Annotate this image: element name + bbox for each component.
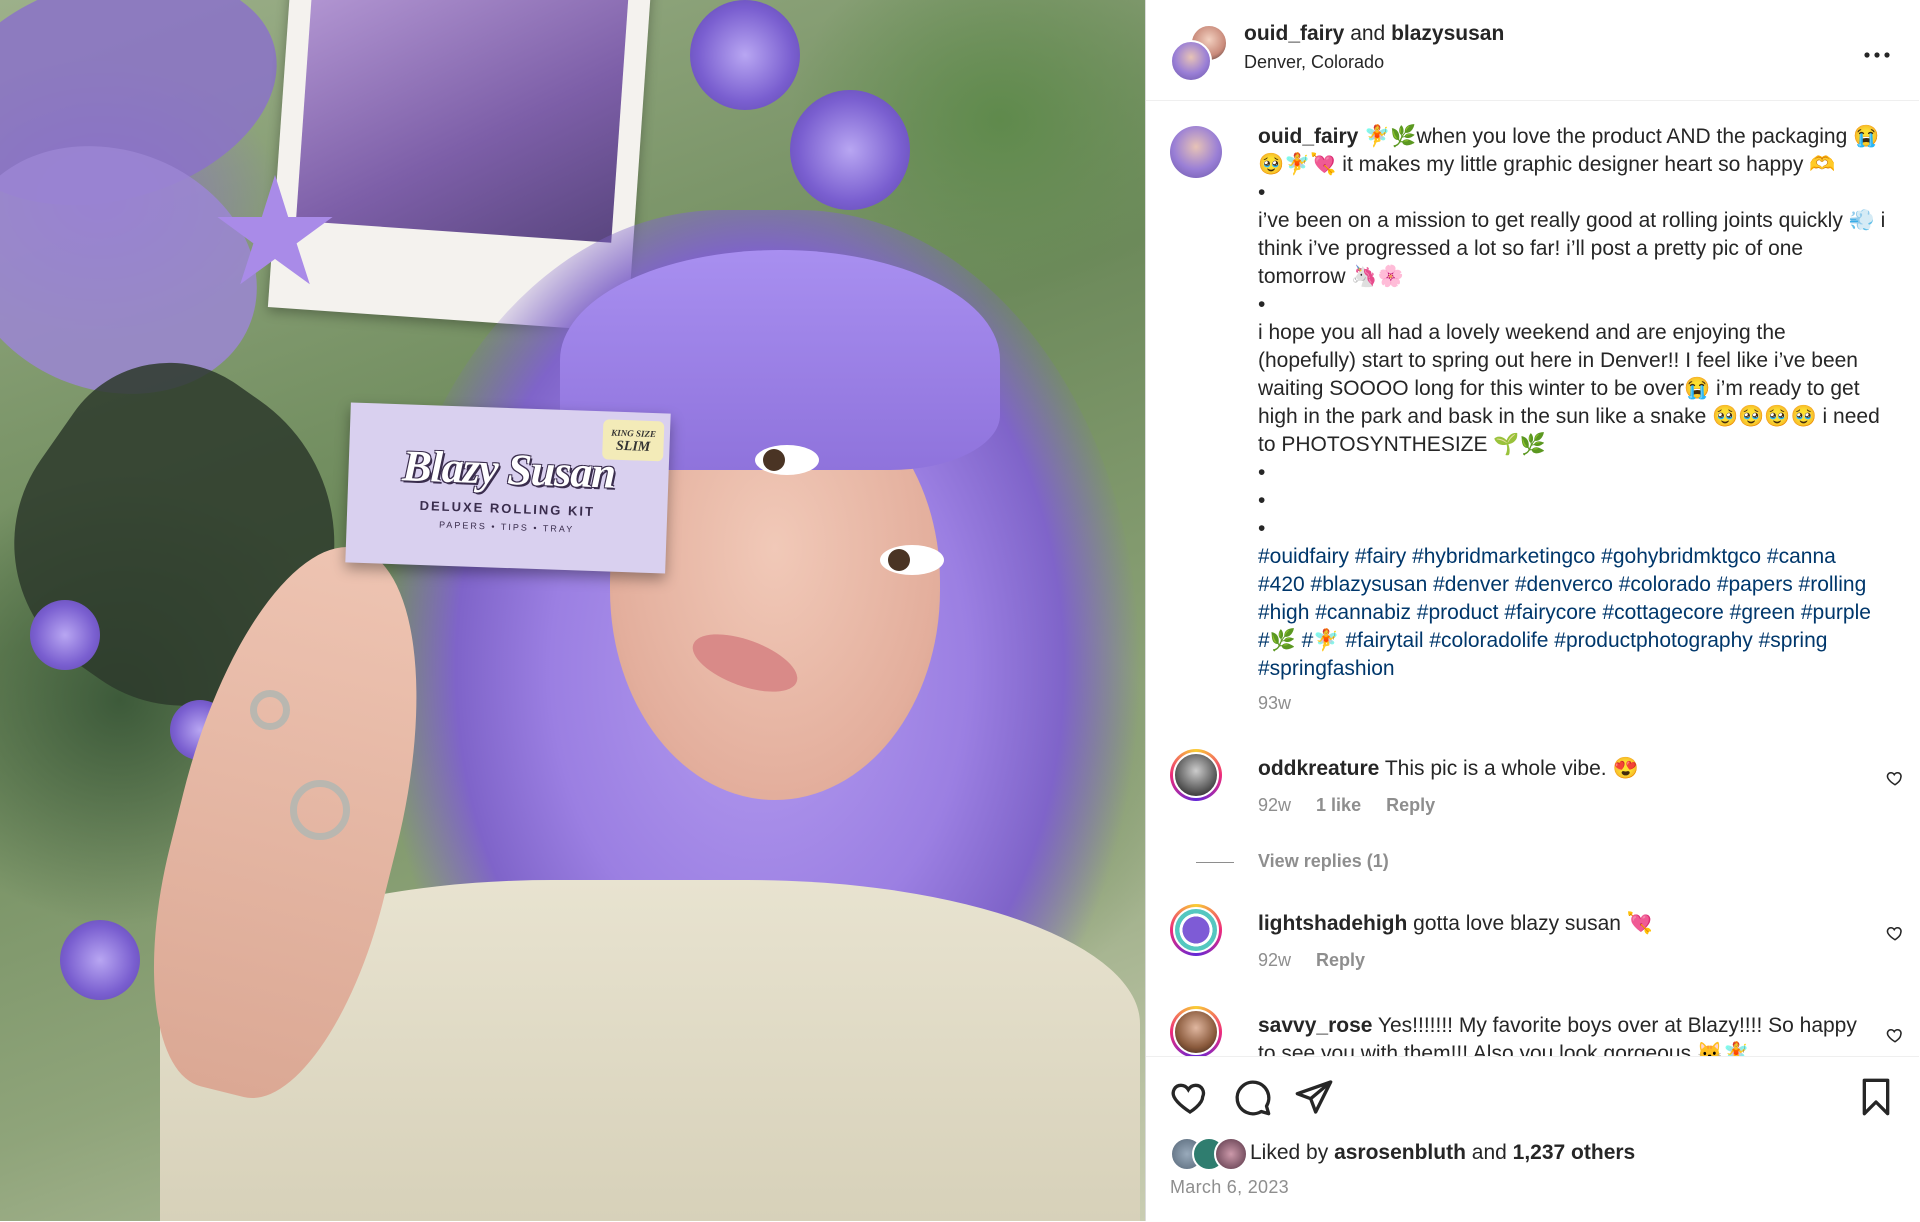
caption-text: • [1258, 293, 1266, 316]
caption-timestamp[interactable]: 93w [1258, 689, 1888, 717]
avatar[interactable] [1170, 40, 1212, 82]
caption-text: • [1258, 181, 1266, 204]
header-usernames: ouid_fairy and blazysusan [1244, 22, 1505, 45]
reply-button[interactable]: Reply [1316, 950, 1365, 970]
username-link[interactable]: blazysusan [1391, 22, 1504, 45]
avatar[interactable] [1214, 1137, 1248, 1171]
eye [755, 445, 819, 475]
comments-scroll-area[interactable]: ouid_fairy 🧚🌿when you love the product A… [1146, 101, 1919, 1056]
view-replies-button[interactable]: View replies (1) [1258, 851, 1389, 872]
bookmark-icon[interactable] [1856, 1077, 1896, 1117]
pack-subtitle-2: PAPERS • TIPS • TRAY [438, 519, 575, 535]
caption-text: • [1258, 517, 1266, 540]
caption-text: i’ve been on a mission to get really goo… [1258, 209, 1892, 288]
likes-text: Liked by asrosenbluth and 1,237 others [1250, 1141, 1636, 1164]
pack-subtitle: DELUXE ROLLING KIT [419, 497, 596, 520]
caption-text: i hope you all had a lovely weekend and … [1258, 321, 1886, 456]
comment-likes[interactable]: 1 like [1316, 795, 1361, 815]
eye [880, 545, 944, 575]
reply-button[interactable]: Reply [1386, 795, 1435, 815]
likes-summary: Liked by asrosenbluth and 1,237 others [1170, 1137, 1910, 1171]
flower [790, 90, 910, 210]
avatar[interactable] [1170, 1006, 1222, 1056]
comment-text: oddkreature This pic is a whole vibe. 😍 [1258, 757, 1639, 780]
username-link[interactable]: lightshadehigh [1258, 912, 1407, 935]
comment-timestamp[interactable]: 92w [1258, 795, 1291, 815]
post-date[interactable]: March 6, 2023 [1170, 1177, 1289, 1198]
collab-avatars[interactable] [1170, 24, 1228, 82]
comment-meta: 92w Reply [1258, 950, 1385, 971]
post-photo[interactable]: KING SIZE SLIM Blazy Susan DELUXE ROLLIN… [0, 0, 1145, 1221]
heart-icon[interactable] [1886, 924, 1904, 942]
avatar[interactable] [1170, 749, 1222, 801]
post-header: ouid_fairy and blazysusan Denver, Colora… [1146, 0, 1919, 101]
pack-logo: Blazy Susan [401, 441, 616, 498]
flower [60, 920, 140, 1000]
username-link[interactable]: savvy_rose [1258, 1014, 1372, 1037]
username-link[interactable]: oddkreature [1258, 757, 1379, 780]
hashtags[interactable]: #ouidfairy #fairy #hybridmarketingco #go… [1258, 543, 1888, 683]
caption-text: • [1258, 489, 1266, 512]
likes-count-link[interactable]: 1,237 others [1513, 1141, 1636, 1164]
username-link[interactable]: ouid_fairy [1258, 125, 1358, 148]
heart-icon[interactable] [1886, 769, 1904, 787]
rolling-kit-package: KING SIZE SLIM Blazy Susan DELUXE ROLLIN… [345, 402, 671, 574]
comment-timestamp[interactable]: 92w [1258, 950, 1291, 970]
comment-text: savvy_rose Yes!!!!!!! My favorite boys o… [1258, 1014, 1857, 1056]
more-horizontal-icon[interactable] [1864, 34, 1890, 66]
post-caption: ouid_fairy 🧚🌿when you love the product A… [1258, 123, 1888, 717]
heart-icon[interactable] [1170, 1077, 1210, 1117]
avatar[interactable] [1170, 904, 1222, 956]
instagram-post: KING SIZE SLIM Blazy Susan DELUXE ROLLIN… [0, 0, 1920, 1221]
comment-icon[interactable] [1232, 1077, 1272, 1117]
post-actions: Liked by asrosenbluth and 1,237 others M… [1146, 1056, 1919, 1222]
flower [30, 600, 100, 670]
post-side-panel: ouid_fairy and blazysusan Denver, Colora… [1145, 0, 1919, 1221]
share-icon[interactable] [1294, 1077, 1334, 1117]
username-link[interactable]: asrosenbluth [1334, 1141, 1466, 1164]
comment-text: lightshadehigh gotta love blazy susan 💘 [1258, 912, 1653, 935]
ring [250, 690, 290, 730]
username-link[interactable]: ouid_fairy [1244, 22, 1344, 45]
location-link[interactable]: Denver, Colorado [1244, 52, 1384, 73]
avatar[interactable] [1170, 126, 1222, 178]
caption-text: • [1258, 461, 1266, 484]
ring [290, 780, 350, 840]
comment-meta: 92w 1 like Reply [1258, 795, 1455, 816]
pack-badge: KING SIZE SLIM [602, 419, 665, 462]
flower [690, 0, 800, 110]
heart-icon[interactable] [1886, 1026, 1904, 1044]
